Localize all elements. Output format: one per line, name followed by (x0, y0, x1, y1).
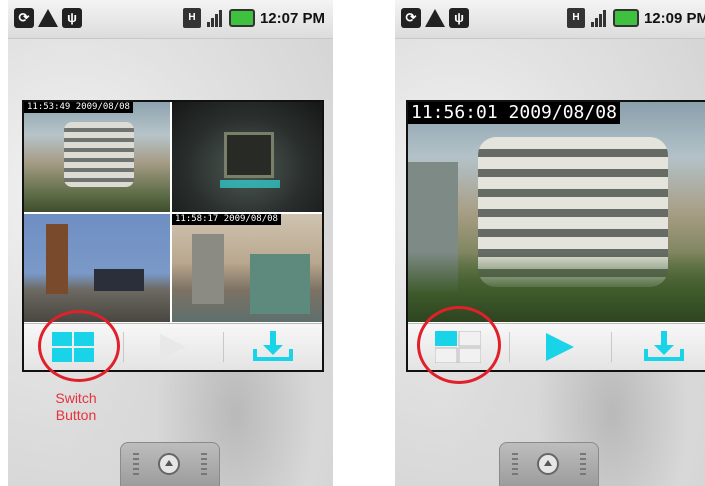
play-icon (546, 333, 574, 361)
network-type-icon: H (182, 8, 201, 28)
status-bar: ⟳ ψ H 12:07 PM (8, 0, 333, 39)
camera-feed-3[interactable] (24, 214, 170, 322)
clock: 12:07 PM (259, 9, 325, 27)
download-icon (644, 331, 684, 361)
camera-feed-single[interactable]: 11:56:01 2009/08/08 (408, 102, 705, 322)
phone-screen-left: ⟳ ψ H 12:07 PM 11:53:49 2009/08/08 11:58… (8, 0, 333, 486)
switch-button-annotation: Switch Button (44, 390, 108, 424)
home-button[interactable] (499, 442, 599, 486)
camera-feed-1[interactable]: 11:53:49 2009/08/08 (24, 102, 170, 212)
battery-icon (228, 9, 255, 27)
home-icon (537, 453, 559, 475)
play-icon (160, 334, 186, 360)
signal-icon (206, 8, 224, 28)
home-icon (158, 453, 180, 475)
status-bar: ⟳ ψ H 12:09 PM (395, 0, 705, 39)
download-button[interactable] (224, 324, 322, 370)
annotation-label: Switch Button (55, 390, 97, 423)
download-icon (253, 331, 293, 361)
signal-icon (590, 8, 608, 28)
camera-timestamp: 11:58:17 2009/08/08 (172, 214, 281, 225)
camera-feed-4[interactable]: 11:58:17 2009/08/08 (172, 214, 322, 322)
phone-screen-right: ⟳ ψ H 12:09 PM 11:56:01 2009/08/08 (395, 0, 705, 486)
warning-icon (425, 9, 445, 27)
battery-icon (612, 9, 639, 27)
sync-icon: ⟳ (14, 8, 34, 28)
camera-feed-2[interactable] (172, 102, 322, 212)
clock: 12:09 PM (643, 9, 705, 27)
usb-icon: ψ (62, 8, 82, 28)
play-button[interactable] (124, 324, 222, 370)
usb-icon: ψ (449, 8, 469, 28)
warning-icon (38, 9, 58, 27)
play-button[interactable] (510, 324, 610, 370)
download-button[interactable] (612, 324, 705, 370)
network-type-icon: H (566, 8, 585, 28)
camera-timestamp: 11:53:49 2009/08/08 (24, 102, 133, 113)
highlight-circle (417, 306, 501, 384)
highlight-circle (38, 310, 120, 382)
camera-timestamp: 11:56:01 2009/08/08 (408, 102, 620, 124)
sync-icon: ⟳ (401, 8, 421, 28)
home-button[interactable] (120, 442, 220, 486)
